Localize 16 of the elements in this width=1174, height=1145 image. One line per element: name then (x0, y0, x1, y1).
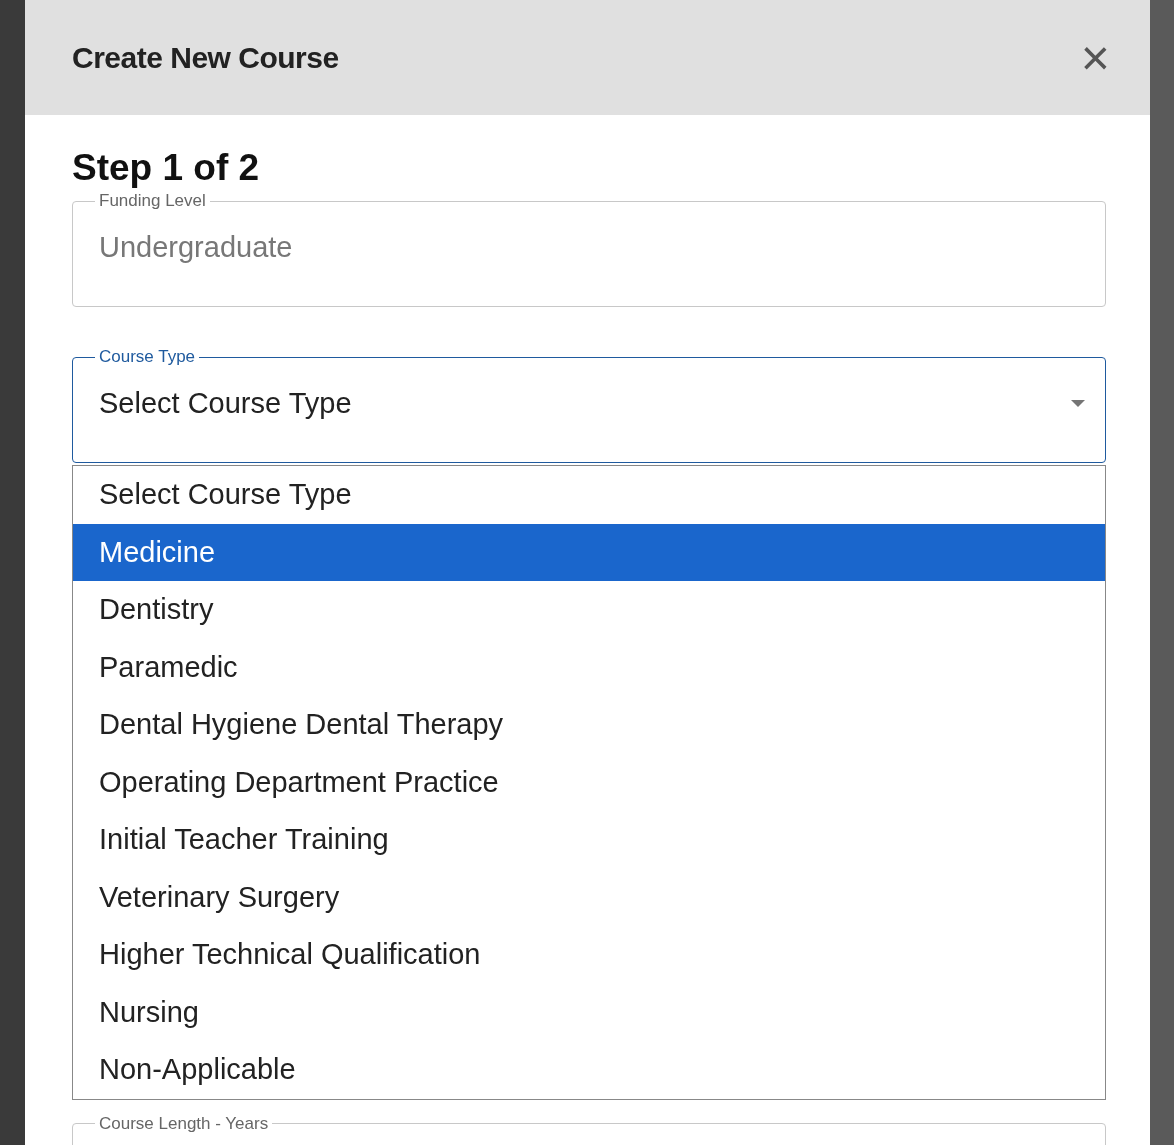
dropdown-option[interactable]: Dental Hygiene Dental Therapy (73, 696, 1105, 754)
step-heading: Step 1 of 2 (72, 147, 261, 189)
dropdown-option[interactable]: Veterinary Surgery (73, 868, 1105, 926)
caret-icon (1071, 399, 1085, 408)
dropdown-option[interactable]: Medicine (73, 523, 1105, 581)
dropdown-option[interactable]: Operating Department Practice (73, 753, 1105, 811)
dialog-title: Create New Course (72, 40, 339, 75)
dropdown-option[interactable]: Dentistry (73, 581, 1105, 639)
dropdown-option[interactable]: Select Course Type (73, 466, 1105, 524)
close-button[interactable]: × (1080, 32, 1110, 83)
dropdown-option[interactable]: Paramedic (73, 638, 1105, 696)
input-field[interactable]: Course Type Select Course Type (72, 347, 1106, 463)
dropdown-option[interactable]: Non-Applicable (73, 1041, 1105, 1099)
dropdown-option[interactable]: Higher Technical Qualification (73, 926, 1105, 984)
dropdown-option[interactable]: Initial Teacher Training (73, 811, 1105, 869)
dropdown-option[interactable]: Nursing (73, 983, 1105, 1041)
